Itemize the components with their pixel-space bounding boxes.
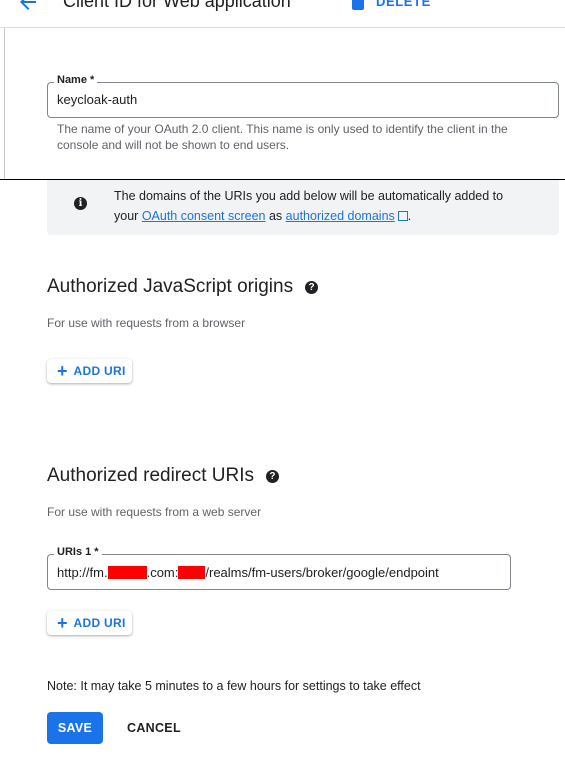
info-icon: i bbox=[74, 197, 87, 210]
js-origins-subtitle: For use with requests from a browser bbox=[47, 316, 246, 330]
name-hint-line1: The name of your OAuth 2.0 client. This … bbox=[57, 122, 508, 136]
oauth-consent-link[interactable]: OAuth consent screen bbox=[142, 209, 266, 223]
info-text-your: your bbox=[114, 209, 139, 223]
redirect-uri-part2: .com: bbox=[146, 565, 179, 580]
info-text-end: . bbox=[407, 209, 412, 223]
help-icon[interactable]: ? bbox=[305, 280, 319, 294]
add-js-origin-button[interactable]: + ADD URI bbox=[47, 359, 132, 383]
help-icon[interactable]: ? bbox=[265, 469, 279, 483]
info-banner-text: The domains of the URIs you add below wi… bbox=[114, 186, 544, 226]
js-origins-heading: Authorized JavaScript origins ? bbox=[47, 276, 319, 298]
name-hint: The name of your OAuth 2.0 client. This … bbox=[57, 121, 508, 153]
js-origins-title: Authorized JavaScript origins bbox=[47, 276, 294, 297]
add-redirect-uri-label: ADD URI bbox=[73, 616, 126, 630]
redirect-uri-field[interactable]: URIs 1 * http://fm. .com: /realms/fm-users… bbox=[47, 546, 511, 590]
name-field[interactable]: Name * keycloak-auth bbox=[47, 74, 559, 118]
plus-icon: + bbox=[57, 361, 68, 381]
page-title: Client ID for Web application bbox=[63, 0, 291, 11]
save-button[interactable]: SAVE bbox=[47, 712, 103, 744]
info-banner: i The domains of the URIs you add below … bbox=[47, 180, 559, 235]
redaction-block bbox=[107, 566, 147, 579]
page-header: Client ID for Web application DELETE bbox=[0, 0, 565, 28]
info-line1: The domains of the URIs you add below wi… bbox=[114, 189, 504, 203]
redirect-uri-label: URIs 1 * bbox=[54, 546, 102, 558]
plus-icon: + bbox=[57, 613, 68, 633]
delete-label: DELETE bbox=[376, 0, 431, 9]
add-redirect-uri-button[interactable]: + ADD URI bbox=[47, 611, 132, 635]
name-field-value[interactable]: keycloak-auth bbox=[57, 92, 137, 107]
redirect-uri-part3: /realms/fm-users/broker/google/endpoint bbox=[205, 565, 439, 580]
authorized-domains-link[interactable]: authorized domains bbox=[286, 209, 395, 223]
name-field-label: Name * bbox=[54, 74, 98, 86]
redirect-uris-heading: Authorized redirect URIs ? bbox=[47, 465, 279, 487]
add-js-origin-label: ADD URI bbox=[73, 364, 126, 378]
settings-note: Note: It may take 5 minutes to a few hou… bbox=[47, 679, 421, 693]
arrow-back-icon[interactable] bbox=[16, 0, 40, 14]
redirect-uri-part1: http://fm. bbox=[57, 565, 108, 580]
external-link-icon[interactable] bbox=[397, 211, 408, 221]
redirect-uris-title: Authorized redirect URIs bbox=[47, 465, 254, 486]
trash-icon bbox=[352, 0, 364, 10]
redaction-block bbox=[178, 566, 206, 579]
redirect-uri-value[interactable]: http://fm. .com: /realms/fm-users/broker/g… bbox=[57, 565, 439, 580]
name-hint-line2: console and will not be shown to end use… bbox=[57, 138, 290, 152]
redirect-uris-subtitle: For use with requests from a web server bbox=[47, 505, 262, 519]
info-text-as: as bbox=[268, 209, 283, 223]
delete-button[interactable]: DELETE bbox=[352, 0, 431, 10]
cancel-button[interactable]: CANCEL bbox=[127, 712, 181, 744]
